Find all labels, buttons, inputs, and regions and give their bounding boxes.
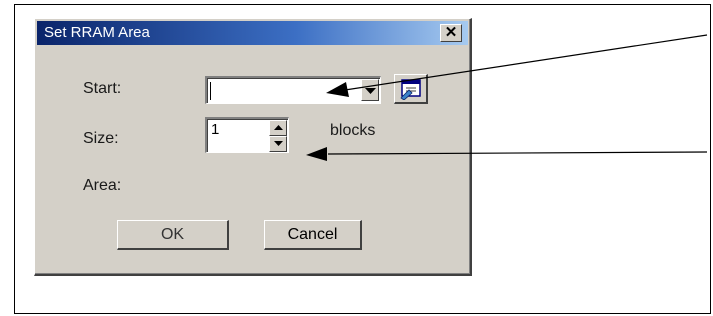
arrow-head-start: [326, 82, 349, 97]
arrow-head-size: [306, 147, 327, 161]
arrow-line-size: [327, 151, 708, 155]
annotation-arrows: [306, 34, 708, 161]
arrow-line-start: [344, 34, 708, 91]
